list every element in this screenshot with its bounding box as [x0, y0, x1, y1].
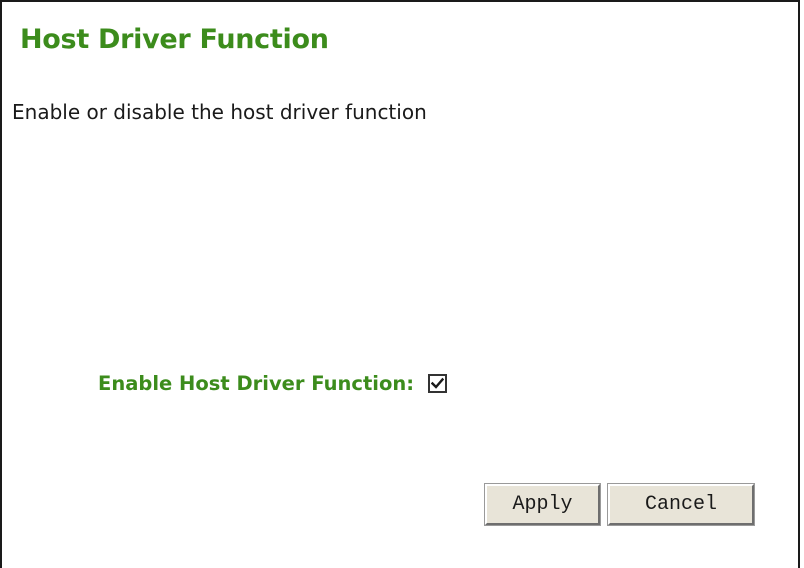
apply-button[interactable]: Apply — [484, 483, 601, 526]
enable-host-driver-row: Enable Host Driver Function: — [98, 372, 448, 395]
checkmark-icon — [431, 377, 445, 389]
cancel-button[interactable]: Cancel — [607, 483, 755, 526]
enable-host-driver-label: Enable Host Driver Function: — [98, 372, 415, 395]
page-title: Host Driver Function — [20, 24, 329, 55]
page-description: Enable or disable the host driver functi… — [12, 100, 427, 124]
page-frame: Host Driver Function Enable or disable t… — [0, 0, 800, 568]
enable-host-driver-checkbox[interactable] — [428, 374, 448, 393]
